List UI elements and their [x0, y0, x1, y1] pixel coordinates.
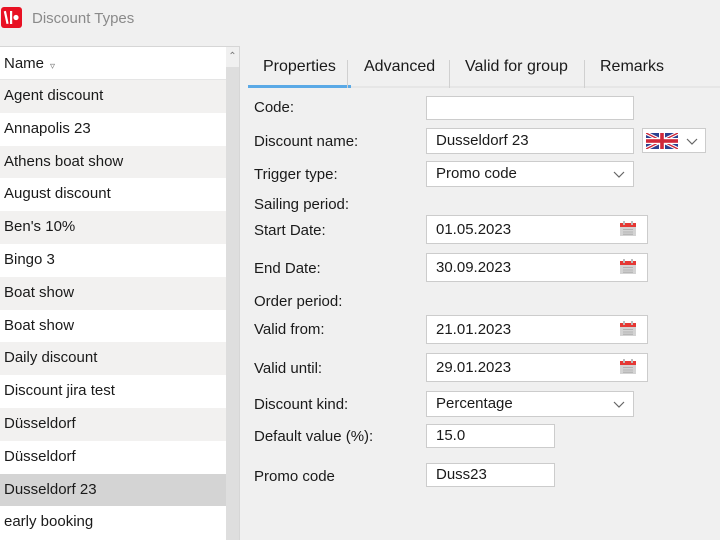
title-bar: Discount Types	[0, 0, 720, 38]
language-select[interactable]	[642, 128, 706, 153]
column-header-label: Name	[4, 55, 45, 72]
list-item[interactable]: August discount	[0, 178, 226, 212]
valid-until-label: Valid until:	[254, 360, 323, 377]
tab-bar: Properties Advanced Valid for group Rema…	[248, 50, 720, 88]
valid-until-input[interactable]: 29.01.2023	[426, 353, 648, 382]
sort-filter-icon[interactable]: ▿	[50, 61, 55, 72]
scroll-up-arrow-icon[interactable]: ⌃	[226, 47, 239, 67]
calendar-icon[interactable]	[620, 221, 636, 236]
promo-code-input[interactable]: Duss23	[426, 463, 555, 487]
chevron-down-icon	[613, 401, 625, 408]
trigger-type-value: Promo code	[436, 165, 517, 182]
tab-remarks[interactable]: Remarks	[585, 50, 679, 86]
list-item[interactable]: Boat show	[0, 276, 226, 310]
tab-advanced[interactable]: Advanced	[349, 50, 450, 86]
list-item[interactable]: Dusseldorf 23	[0, 473, 226, 507]
calendar-icon[interactable]	[620, 259, 636, 274]
vertical-scrollbar[interactable]: ⌃	[226, 47, 239, 540]
discount-name-input[interactable]: Dusseldorf 23	[426, 128, 634, 154]
valid-from-input[interactable]: 21.01.2023	[426, 315, 648, 344]
list-item[interactable]: Daily discount	[0, 342, 226, 376]
list-item[interactable]: Ben's 10%	[0, 211, 226, 244]
tab-valid-for-group[interactable]: Valid for group	[450, 50, 583, 86]
list-item[interactable]: Düsseldorf	[0, 407, 226, 441]
order-period-heading: Order period:	[254, 293, 343, 310]
app-logo-icon	[1, 7, 22, 28]
uk-flag-icon	[646, 133, 678, 149]
list-item[interactable]: Discount jira test	[0, 375, 226, 408]
window-title: Discount Types	[32, 10, 135, 27]
discount-kind-value: Percentage	[436, 395, 513, 412]
list-item[interactable]: early booking	[0, 506, 226, 540]
discount-kind-label: Discount kind:	[254, 396, 349, 413]
sailing-period-heading: Sailing period:	[254, 196, 350, 213]
end-date-value: 30.09.2023	[436, 259, 512, 276]
column-header-name[interactable]: Name ▿	[0, 47, 226, 80]
valid-until-value: 29.01.2023	[436, 359, 512, 376]
trigger-type-label: Trigger type:	[254, 166, 338, 183]
list-item[interactable]: Athens boat show	[0, 145, 226, 179]
valid-from-label: Valid from:	[254, 321, 325, 338]
list-item[interactable]: Boat show	[0, 309, 226, 343]
valid-from-value: 21.01.2023	[436, 321, 512, 338]
start-date-input[interactable]: 01.05.2023	[426, 215, 648, 244]
discount-kind-select[interactable]: Percentage	[426, 391, 634, 417]
default-value-label: Default value (%):	[254, 428, 374, 445]
promo-code-label: Promo code	[254, 468, 335, 485]
code-label: Code:	[254, 99, 295, 116]
chevron-down-icon	[686, 138, 698, 145]
trigger-type-select[interactable]: Promo code	[426, 161, 634, 187]
end-date-input[interactable]: 30.09.2023	[426, 253, 648, 282]
tab-properties[interactable]: Properties	[248, 50, 351, 88]
default-value-input[interactable]: 15.0	[426, 424, 555, 448]
code-input[interactable]	[426, 96, 634, 120]
calendar-icon[interactable]	[620, 359, 636, 374]
start-date-value: 01.05.2023	[436, 221, 512, 238]
chevron-down-icon	[613, 171, 625, 178]
list-item[interactable]: Düsseldorf	[0, 440, 226, 474]
calendar-icon[interactable]	[620, 321, 636, 336]
discount-types-list: Name ▿ Agent discount Annapolis 23 Athens …	[0, 46, 240, 540]
list-rows: Agent discount Annapolis 23 Athens boat sh…	[0, 80, 226, 540]
tab-divider	[347, 60, 348, 88]
list-item[interactable]: Annapolis 23	[0, 112, 226, 146]
list-item[interactable]: Agent discount	[0, 80, 226, 113]
list-item[interactable]: Bingo 3	[0, 243, 226, 277]
discount-name-label: Discount name:	[254, 133, 359, 150]
start-date-label: Start Date:	[254, 222, 326, 239]
end-date-label: End Date:	[254, 260, 321, 277]
